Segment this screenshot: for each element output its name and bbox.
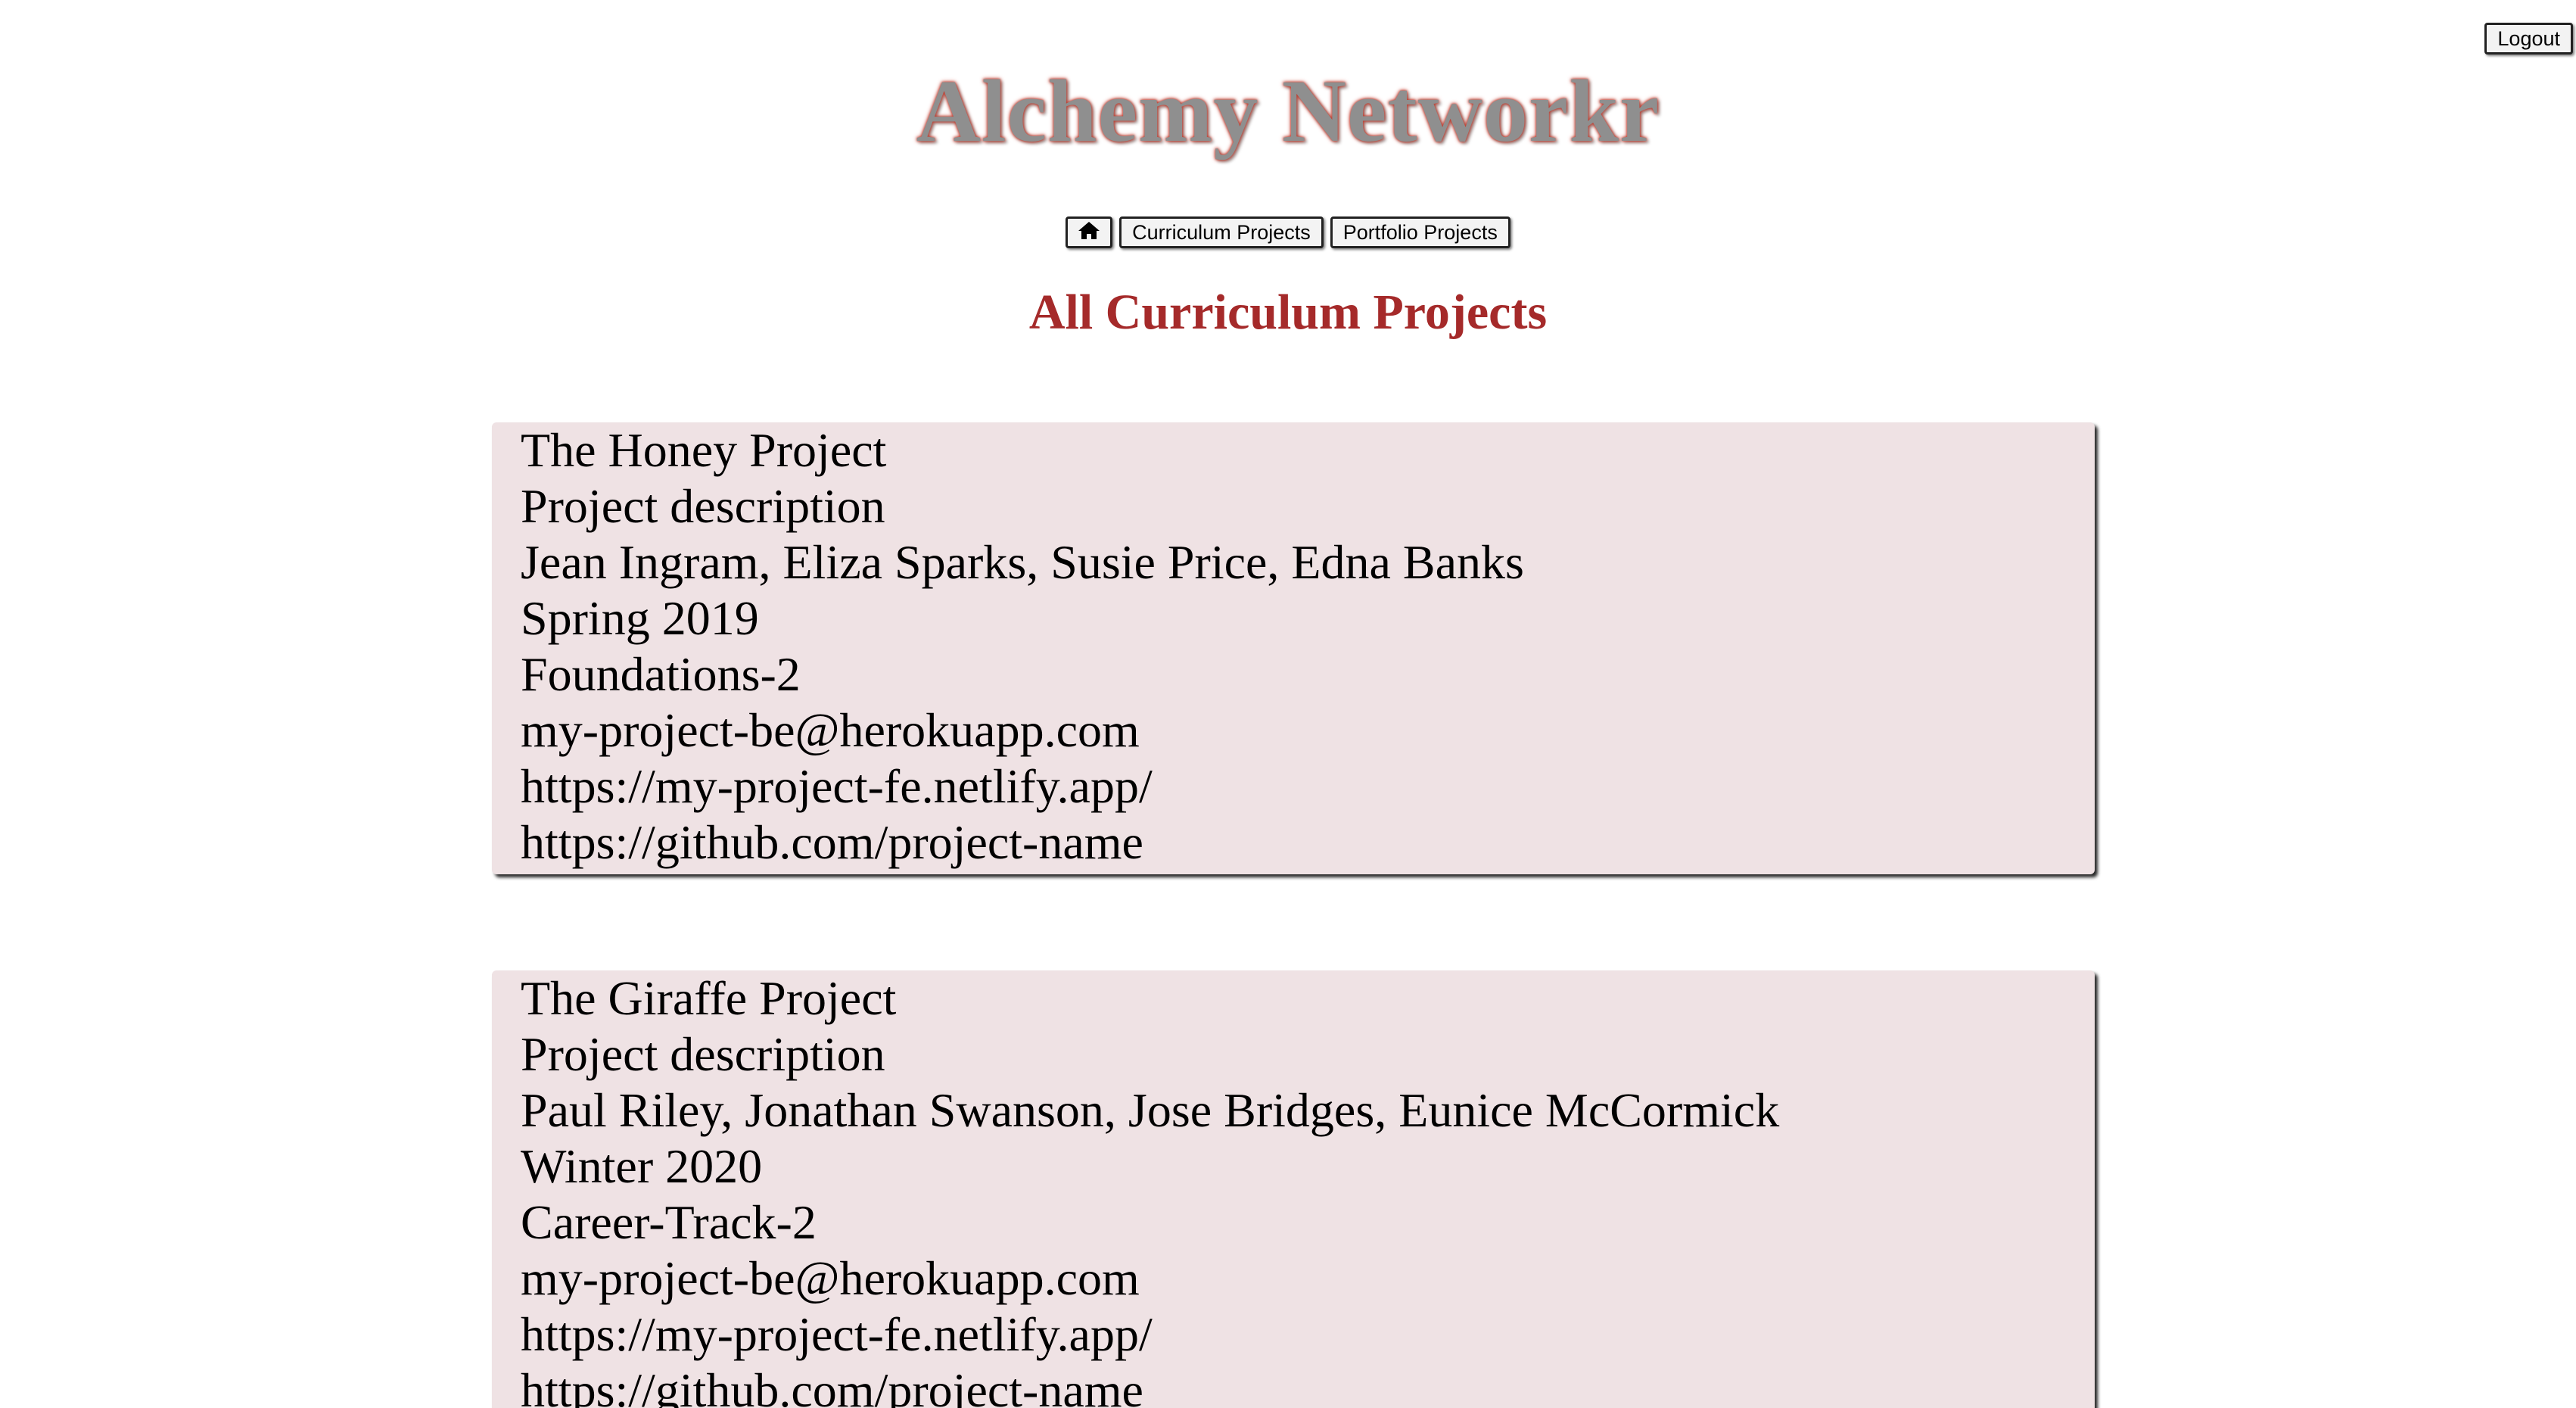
- home-button[interactable]: [1066, 216, 1113, 248]
- project-backend-url: my-project-be@herokuapp.com: [521, 703, 1140, 757]
- project-description: Project description: [521, 479, 885, 533]
- page-heading: All Curriculum Projects: [1028, 285, 1548, 340]
- project-frontend-url: https://my-project-fe.netlify.app/: [521, 1307, 1153, 1361]
- project-track: Foundations-2: [521, 647, 801, 701]
- project-description: Project description: [521, 1027, 885, 1081]
- project-github-url: https://github.com/project-name: [521, 815, 1143, 869]
- project-members: Jean Ingram, Eliza Sparks, Susie Price, …: [521, 535, 1524, 589]
- project-track: Career-Track-2: [521, 1195, 817, 1249]
- project-cohort: Spring 2019: [521, 591, 759, 645]
- project-backend-url: my-project-be@herokuapp.com: [521, 1251, 1140, 1305]
- project-members: Paul Riley, Jonathan Swanson, Jose Bridg…: [521, 1083, 1780, 1137]
- app-title: Alchemy Networkr: [916, 61, 1660, 160]
- logout-button[interactable]: Logout: [2484, 23, 2573, 55]
- project-cohort: Winter 2020: [521, 1139, 763, 1193]
- home-icon: [1077, 220, 1101, 245]
- main-nav: Curriculum Projects Portfolio Projects: [0, 216, 2576, 248]
- project-card: The Honey Project Project description Je…: [492, 422, 2095, 874]
- curriculum-projects-button[interactable]: Curriculum Projects: [1119, 216, 1324, 248]
- project-frontend-url: https://my-project-fe.netlify.app/: [521, 759, 1153, 813]
- project-title: The Honey Project: [521, 423, 887, 477]
- project-github-url: https://github.com/project-name: [521, 1363, 1143, 1408]
- project-title: The Giraffe Project: [521, 971, 897, 1025]
- project-card: The Giraffe Project Project description …: [492, 970, 2095, 1408]
- portfolio-projects-button[interactable]: Portfolio Projects: [1330, 216, 1510, 248]
